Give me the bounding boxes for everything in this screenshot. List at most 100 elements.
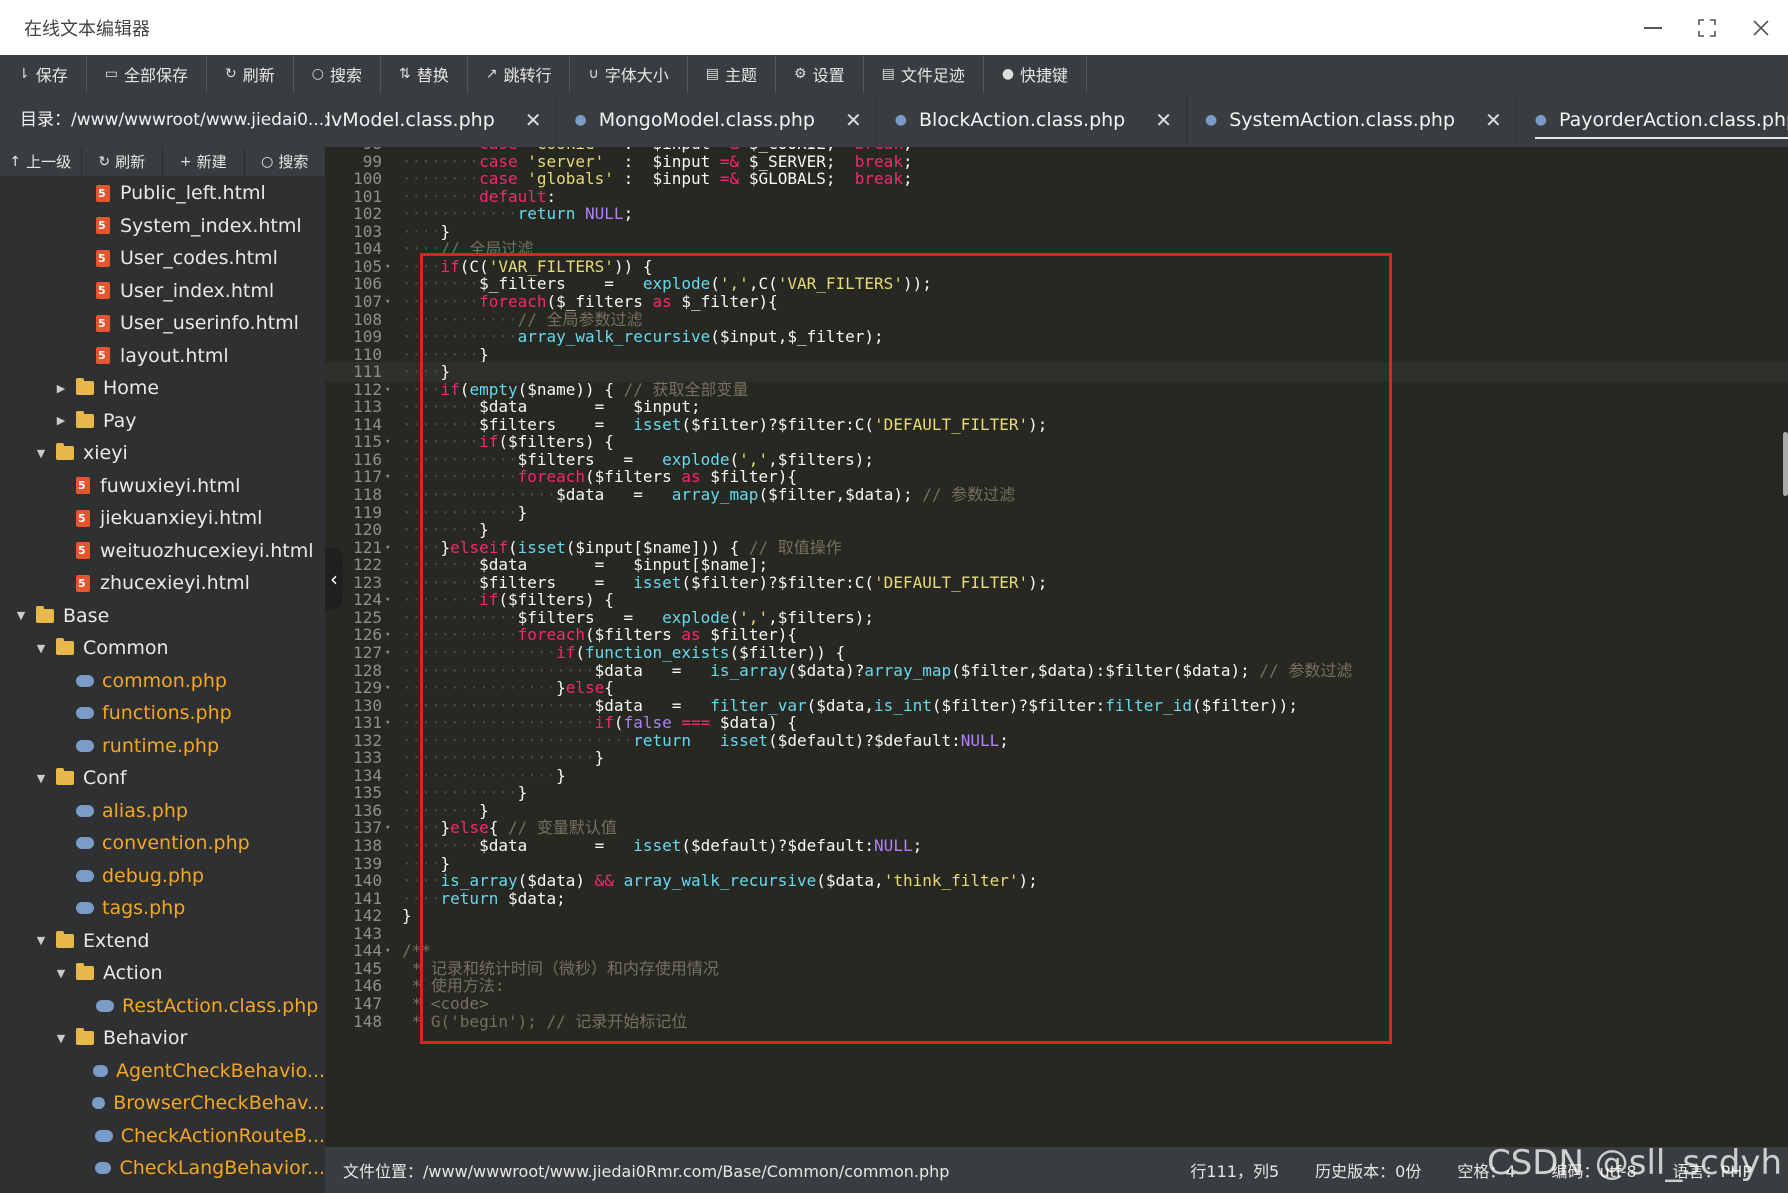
- toolbar-button-save[interactable]: ⇂ 保存: [0, 55, 87, 93]
- tab-file[interactable]: dvModel.class.php ✕: [325, 93, 557, 147]
- tree-file[interactable]: zhucexieyi.html: [0, 567, 325, 600]
- tree-file[interactable]: weituozhucexieyi.html: [0, 535, 325, 568]
- tree-folder[interactable]: ▼ Conf: [0, 762, 325, 795]
- php-file-icon: [76, 869, 94, 882]
- toolbar-button-theme[interactable]: ▤ 主题: [688, 55, 776, 93]
- toolbar-button-goto-line[interactable]: ↗ 跳转行: [468, 55, 571, 93]
- code-token: explode: [662, 449, 730, 469]
- code-token: as: [681, 625, 701, 645]
- explorer-button-new[interactable]: + 新建: [163, 147, 245, 177]
- code-token: ));: [902, 274, 932, 294]
- toolbar-button-font-size[interactable]: ∪ 字体大小: [570, 55, 688, 93]
- code-token: $name: [642, 537, 692, 557]
- tree-folder[interactable]: ▼ Base: [0, 600, 325, 633]
- toolbar-button-replace[interactable]: ⇅ 替换: [381, 55, 468, 93]
- tree-folder[interactable]: ▶ Pay: [0, 405, 325, 438]
- caret-down-icon[interactable]: ▼: [14, 609, 28, 622]
- code-token: (: [806, 695, 817, 715]
- caret-down-icon[interactable]: ▼: [34, 934, 48, 947]
- tree-file[interactable]: User_codes.html: [0, 242, 325, 275]
- explorer-button-up-level[interactable]: ↑ 上一级: [0, 147, 82, 177]
- code-token: // 变量默认值: [507, 818, 617, 838]
- tree-file[interactable]: common.php: [0, 665, 325, 698]
- tree-file[interactable]: User_index.html: [0, 275, 325, 308]
- tree-folder[interactable]: ▼ xieyi: [0, 437, 325, 470]
- caret-right-icon[interactable]: ▶: [54, 414, 68, 427]
- toolbar-button-shortcut[interactable]: ● 快捷键: [984, 55, 1088, 93]
- tree-folder[interactable]: ▶ Home: [0, 372, 325, 405]
- tab-file[interactable]: ● MongoModel.class.php ✕: [557, 93, 877, 147]
- tree-file[interactable]: System_index.html: [0, 210, 325, 243]
- caret-down-icon[interactable]: ▼: [34, 772, 48, 785]
- code-token: $name: [700, 555, 749, 575]
- toolbar-button-save-all[interactable]: ▭ 全部保存: [87, 55, 207, 93]
- code-token: as: [681, 467, 701, 487]
- indent-guide: ····: [402, 362, 441, 382]
- tab-file[interactable]: ● SystemAction.class.php ✕: [1187, 93, 1517, 147]
- tree-file[interactable]: Public_left.html: [0, 177, 325, 210]
- tree-file[interactable]: functions.php: [0, 697, 325, 730]
- tree-file[interactable]: layout.html: [0, 340, 325, 373]
- tree-file[interactable]: AgentCheckBehavio...: [0, 1055, 325, 1088]
- code-token: ,: [864, 695, 875, 715]
- code-editor[interactable]: 98········case 'cookie' : $input =& $_CO…: [325, 147, 1788, 1147]
- code-token: $filter: [710, 467, 778, 487]
- toolbar-button-label: 全部保存: [123, 66, 188, 85]
- tree-file[interactable]: tags.php: [0, 892, 325, 925]
- code-token: NULL: [874, 836, 913, 855]
- title-bar: 在线文本编辑器: [0, 0, 1788, 55]
- tree-file[interactable]: convention.php: [0, 827, 325, 860]
- caret-right-icon[interactable]: ▶: [54, 382, 68, 395]
- tree-folder[interactable]: ▼ Common: [0, 632, 325, 665]
- tree-file[interactable]: CheckActionRouteB...: [0, 1120, 325, 1153]
- close-icon[interactable]: ✕: [845, 108, 862, 132]
- caret-down-icon[interactable]: ▼: [34, 447, 48, 460]
- minimize-button[interactable]: [1626, 0, 1680, 55]
- toolbar-button-history[interactable]: ▤ 文件足迹: [864, 55, 984, 93]
- tree-folder[interactable]: ▼ Extend: [0, 925, 325, 958]
- code-token: }: [440, 853, 451, 873]
- tree-folder[interactable]: ▼ Behavior: [0, 1022, 325, 1055]
- tree-file[interactable]: debug.php: [0, 860, 325, 893]
- toolbar-button-search[interactable]: ○ 搜索: [294, 55, 381, 93]
- folder-icon: [76, 410, 94, 428]
- caret-down-icon[interactable]: ▼: [34, 642, 48, 655]
- collapse-sidebar-button[interactable]: ‹: [325, 548, 343, 610]
- toolbar-button-refresh[interactable]: ↻ 刷新: [207, 55, 294, 93]
- close-window-button[interactable]: [1734, 0, 1788, 55]
- code-token: ) {: [768, 713, 797, 733]
- maximize-button[interactable]: [1680, 0, 1734, 55]
- caret-down-icon[interactable]: ▼: [54, 967, 68, 980]
- tree-file[interactable]: RestAction.class.php: [0, 990, 325, 1023]
- tree-file[interactable]: runtime.php: [0, 730, 325, 763]
- tree-file[interactable]: CheckLangBehavior...: [0, 1152, 325, 1185]
- caret-down-icon[interactable]: ▼: [54, 1032, 68, 1045]
- tab-file[interactable]: ● BlockAction.class.php ✕: [877, 93, 1188, 147]
- code-token: (: [1172, 660, 1183, 680]
- history-version-status[interactable]: 历史版本：0份: [1315, 1158, 1421, 1182]
- code-token: )) {: [613, 256, 653, 276]
- php-file-icon: [76, 739, 94, 752]
- code-token: isset: [719, 730, 769, 750]
- tree-folder[interactable]: ▼ Action: [0, 957, 325, 990]
- tree-label: CheckLangBehavior...: [119, 1157, 325, 1180]
- code-token: ,C(: [748, 274, 778, 294]
- tree-file[interactable]: BrowserCheckBehav...: [0, 1087, 325, 1120]
- explorer-button-refresh[interactable]: ↻ 刷新: [82, 147, 163, 177]
- code-token: (: [498, 432, 508, 452]
- close-icon[interactable]: ✕: [1155, 108, 1172, 132]
- tree-file[interactable]: alias.php: [0, 795, 325, 828]
- code-token: // 参数过滤: [1259, 660, 1353, 680]
- tree-file[interactable]: jiekuanxieyi.html: [0, 502, 325, 535]
- close-icon[interactable]: ✕: [525, 108, 542, 132]
- tree-file[interactable]: User_userinfo.html: [0, 307, 325, 340]
- toolbar-button-settings[interactable]: ⚙ 设置: [776, 55, 864, 93]
- tab-file[interactable]: ●PayorderAction.class.php✕: [1517, 93, 1788, 147]
- explorer-button-search[interactable]: ○ 搜索: [245, 147, 326, 177]
- explorer-toolbar: ↑ 上一级 ↻ 刷新 + 新建 ○ 搜索: [0, 147, 325, 177]
- tree-file[interactable]: fuwuxieyi.html: [0, 470, 325, 503]
- code-token: $data: [825, 871, 875, 891]
- close-icon[interactable]: ✕: [1485, 108, 1502, 132]
